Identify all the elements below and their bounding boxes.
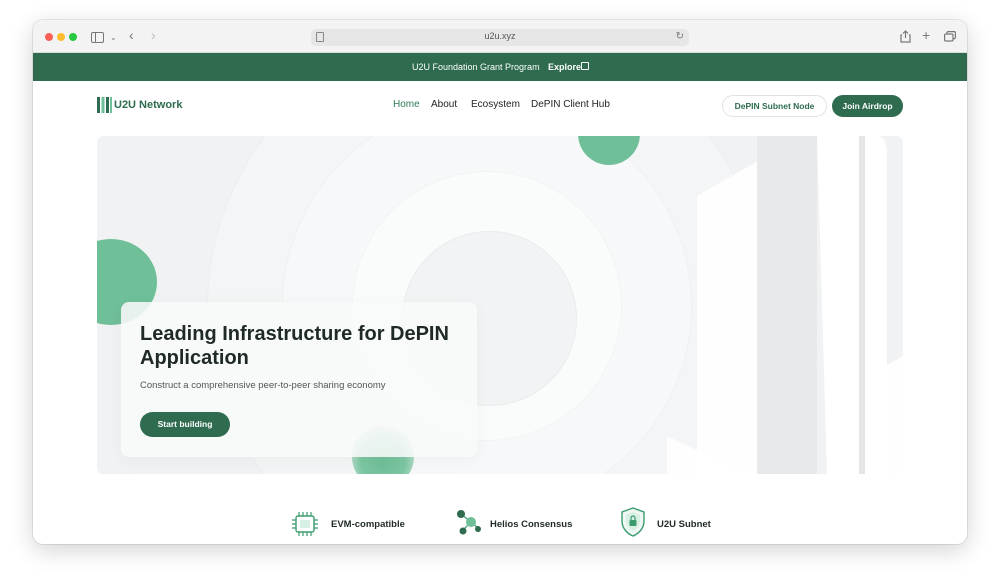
feature-label: EVM-compatible: [331, 519, 405, 530]
join-airdrop-button[interactable]: Join Airdrop: [832, 95, 903, 117]
tab-overview-icon[interactable]: [944, 31, 956, 42]
nav-depin-client-hub-link[interactable]: DePIN Client Hub: [531, 99, 610, 110]
shield-icon: [621, 507, 645, 537]
u2u-logo-icon[interactable]: [97, 96, 112, 114]
depin-subnet-node-button[interactable]: DePIN Subnet Node: [722, 95, 827, 117]
browser-window: ⌄ ‹ › u2u.xyz ↻ + U2U Foundation Grant P…: [33, 20, 967, 544]
banner-text: U2U Foundation Grant Program: [412, 62, 540, 72]
logo-text[interactable]: U2U Network: [114, 99, 182, 111]
url-text: u2u.xyz: [484, 31, 516, 41]
share-icon[interactable]: [900, 30, 911, 43]
hero-title: Leading Infrastructure for DePIN Applica…: [140, 323, 449, 369]
reload-icon[interactable]: ↻: [676, 31, 684, 42]
hero-subtitle: Construct a comprehensive peer-to-peer s…: [140, 380, 386, 391]
banner-explore-link[interactable]: Explore: [548, 62, 581, 72]
chevron-down-icon[interactable]: ⌄: [110, 31, 117, 45]
sidebar-toggle-icon[interactable]: [91, 32, 104, 43]
nodes-icon: [457, 510, 481, 535]
announcement-banner: U2U Foundation Grant Program Explore: [33, 53, 967, 81]
nav-home-link[interactable]: Home: [393, 99, 420, 110]
chip-icon: [292, 512, 318, 536]
external-link-icon[interactable]: [581, 62, 589, 70]
address-bar[interactable]: u2u.xyz ↻: [311, 29, 689, 46]
close-window-button[interactable]: [45, 33, 53, 41]
feature-label: U2U Subnet: [657, 519, 711, 530]
back-arrow-icon[interactable]: ‹: [129, 28, 134, 42]
nav-about-link[interactable]: About: [431, 99, 457, 110]
hero-section: Leading Infrastructure for DePIN Applica…: [97, 136, 903, 474]
zoom-window-button[interactable]: [69, 33, 77, 41]
forward-arrow-icon[interactable]: ›: [151, 28, 156, 42]
site-header: U2U Network Home About Ecosystem DePIN C…: [33, 81, 967, 133]
browser-toolbar: ⌄ ‹ › u2u.xyz ↻ +: [33, 20, 967, 53]
u2u-watermark-icon: [667, 136, 903, 474]
start-building-button[interactable]: Start building: [140, 412, 230, 437]
feature-label: Helios Consensus: [490, 519, 573, 530]
nav-ecosystem-link[interactable]: Ecosystem: [471, 99, 520, 110]
new-tab-icon[interactable]: +: [922, 28, 930, 42]
minimize-window-button[interactable]: [57, 33, 65, 41]
